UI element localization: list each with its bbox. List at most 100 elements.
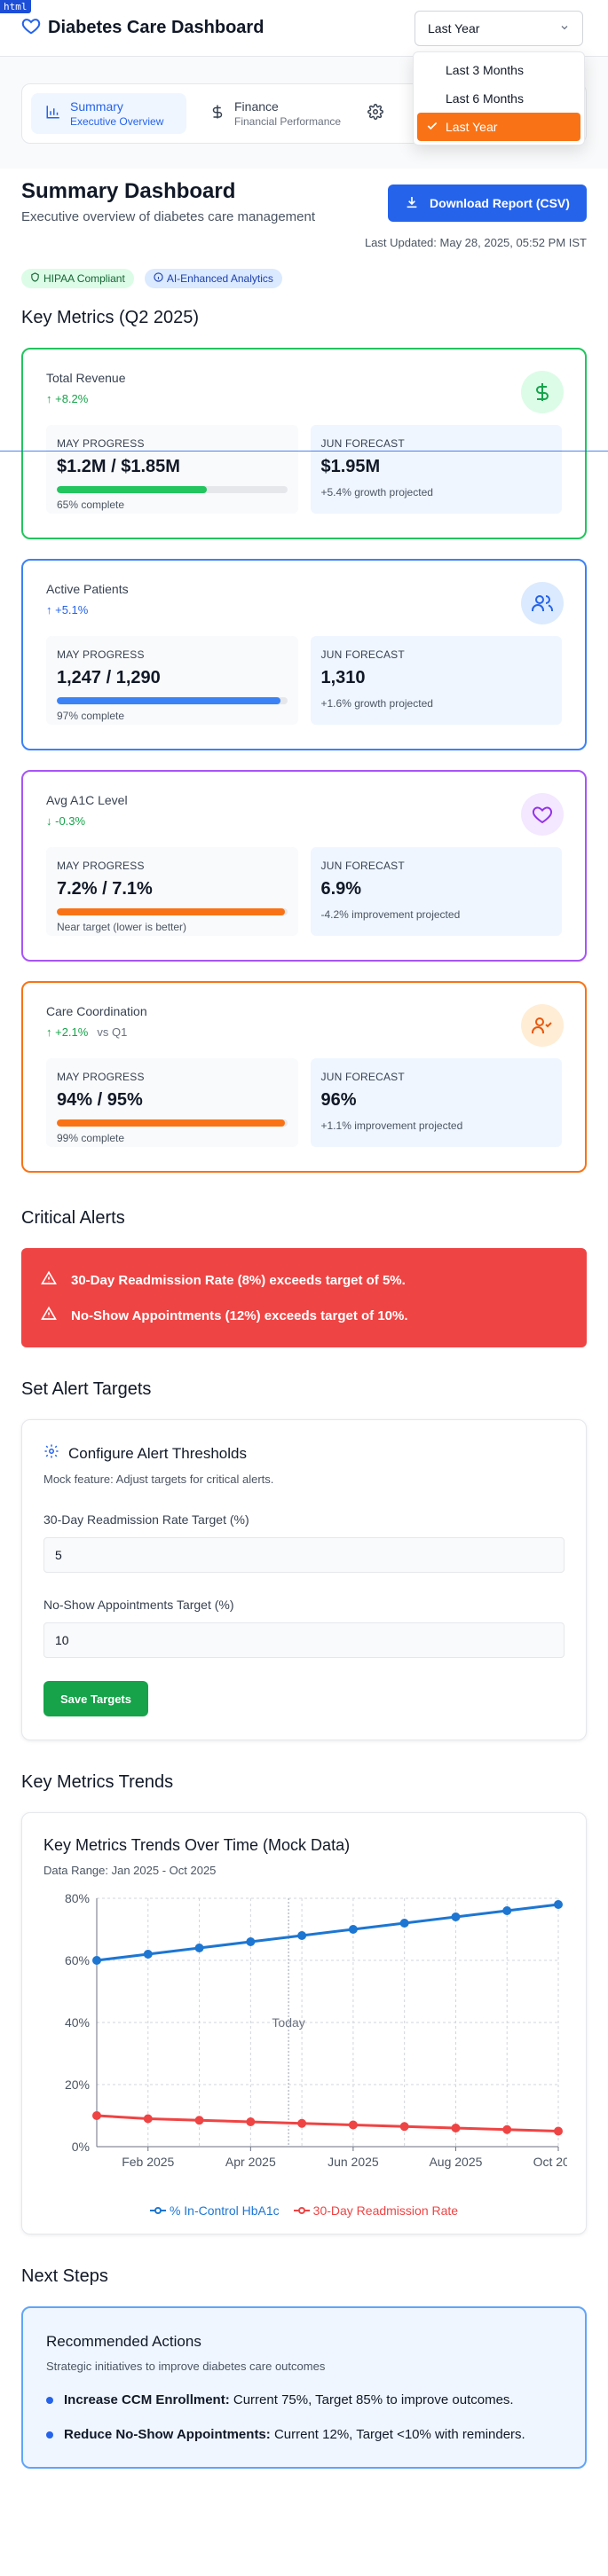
progress-label: MAY PROGRESS (57, 648, 145, 661)
top-bar: html Diabetes Care Dashboard Last Year (0, 0, 608, 57)
progress-bar (57, 486, 288, 493)
noshow-target-input[interactable]: 10 (43, 1622, 565, 1658)
forecast-value: 96% (320, 1090, 357, 1110)
metric-card: Care Coordination ↑ +2.1% vs Q1 MAY PROGR… (21, 981, 587, 1173)
data-point (399, 1919, 409, 1928)
tab-sublabel: Financial Performance (234, 115, 342, 128)
range-option-6m[interactable]: Last 6 Months (417, 84, 580, 113)
next-subtitle: Strategic initiatives to improve diabete… (46, 2360, 326, 2373)
metric-name: Total Revenue (46, 371, 126, 385)
progress-bar-fill (57, 486, 207, 493)
brand: Diabetes Care Dashboard (21, 16, 264, 41)
progress-value: 94% / 95% (57, 1090, 143, 1110)
metric-change: ↑ +2.1% vs Q1 (46, 1025, 128, 1039)
y-tick-label: 80% (65, 1891, 90, 1905)
save-targets-button[interactable]: Save Targets (43, 1681, 148, 1716)
tab-finance[interactable]: Finance Financial Performance (195, 93, 355, 134)
series-line (96, 1903, 559, 1962)
trends-chart: 0% 20% 40% 60% 80% Feb 2025 Apr 2025 Jun 2025 Au… (65, 1891, 567, 2169)
forecast-label: JUN FORECAST (320, 648, 405, 661)
warning-icon (41, 1306, 57, 1325)
gear-icon (367, 103, 383, 124)
range-option-year[interactable]: Last Year (417, 113, 580, 141)
download-label: Download Report (CSV) (430, 196, 570, 210)
chart-title: Key Metrics Trends Over Time (Mock Data) (43, 1836, 351, 1854)
overlay-guide-line (0, 451, 608, 452)
data-point (348, 2120, 358, 2130)
targets-heading: Set Alert Targets (21, 1379, 152, 1399)
forecast-note: +1.1% improvement projected (320, 1119, 463, 1132)
forecast-box: JUN FORECAST $1.95M +5.4% growth project… (310, 425, 562, 514)
today-label: Today (272, 2015, 304, 2030)
metric-change: ↑ +8.2% (46, 392, 89, 405)
metric-boxes: MAY PROGRESS 7.2% / 7.1% Near target (lo… (46, 847, 562, 936)
x-tick-label: Aug 2025 (429, 2155, 482, 2169)
metric-card: Active Patients ↑ +5.1% MAY PROGRESS 1,2… (21, 559, 587, 750)
list-item: Increase CCM Enrollment: Current 75%, Ta… (46, 2392, 562, 2407)
page-title: Summary Dashboard (21, 179, 236, 203)
forecast-note: +1.6% growth projected (320, 697, 433, 710)
app-title: Diabetes Care Dashboard (48, 18, 265, 37)
ai-badge: AI-Enhanced Analytics (144, 269, 282, 288)
progress-bar-fill (57, 908, 285, 915)
hipaa-badge: HIPAA Compliant (21, 269, 134, 288)
alerts-heading: Critical Alerts (21, 1208, 125, 1228)
progress-note: 97% complete (57, 710, 125, 722)
summary-header: Summary Dashboard Executive overview of … (21, 172, 587, 249)
data-point (297, 1931, 307, 1940)
progress-box: MAY PROGRESS 1,247 / 1,290 97% complete (46, 636, 298, 725)
x-tick-label: Apr 2025 (225, 2155, 276, 2169)
data-point (194, 1944, 204, 1952)
metric-boxes: MAY PROGRESS 94% / 95% 99% complete JUN … (46, 1058, 562, 1147)
range-option-3m[interactable]: Last 3 Months (417, 56, 580, 84)
series-line (96, 2114, 559, 2132)
date-range-menu: Last 3 Months Last 6 Months Last Year (413, 51, 585, 145)
progress-note: 65% complete (57, 499, 125, 511)
data-point (451, 2124, 461, 2132)
chart-legend: % In-Control HbA1c 30-Day Readmission Ra… (43, 2203, 565, 2218)
alert-item: 30-Day Readmission Rate (8%) exceeds tar… (41, 1262, 567, 1298)
progress-value: $1.2M / $1.85M (57, 457, 180, 476)
page-subtitle: Executive overview of diabetes care mana… (21, 209, 316, 224)
chart-subtitle: Data Range: Jan 2025 - Oct 2025 (43, 1864, 217, 1877)
chevron-down-icon (559, 21, 570, 35)
critical-alerts: 30-Day Readmission Rate (8%) exceeds tar… (21, 1248, 587, 1347)
tab-sublabel: Executive Overview (70, 115, 164, 128)
targets-title: Configure Alert Thresholds (43, 1443, 565, 1464)
forecast-value: 1,310 (320, 668, 366, 687)
trends-heading: Key Metrics Trends (21, 1772, 174, 1792)
data-point (92, 2111, 101, 2120)
forecast-box: JUN FORECAST 6.9% -4.2% improvement proj… (310, 847, 562, 936)
data-point (246, 1937, 256, 1946)
tab-settings[interactable] (364, 93, 399, 134)
metric-name: Active Patients (46, 582, 129, 596)
date-range-select[interactable]: Last Year (415, 11, 583, 46)
forecast-value: 6.9% (320, 879, 362, 899)
legend-item-hba1c[interactable]: % In-Control HbA1c (149, 2203, 280, 2218)
download-report-button[interactable]: Download Report (CSV) (388, 185, 587, 222)
last-updated: Last Updated: May 28, 2025, 05:52 PM IST (364, 236, 587, 249)
metric-change: ↑ +5.1% (46, 603, 89, 617)
data-point (502, 1906, 512, 1915)
forecast-value: $1.95M (320, 457, 381, 476)
progress-bar (57, 697, 288, 704)
progress-bar-fill (57, 697, 280, 704)
tab-label: Summary (70, 99, 123, 114)
data-point (451, 1912, 461, 1921)
y-tick-label: 20% (65, 2077, 90, 2092)
readmission-target-input[interactable]: 5 (43, 1537, 565, 1573)
list-item: Reduce No-Show Appointments: Current 12%… (46, 2427, 562, 2442)
next-steps-heading: Next Steps (21, 2266, 108, 2286)
forecast-box: JUN FORECAST 1,310 +1.6% growth projecte… (310, 636, 562, 725)
metric-name: Care Coordination (46, 1004, 147, 1018)
date-range-value: Last Year (428, 21, 480, 35)
metric-boxes: MAY PROGRESS $1.2M / $1.85M 65% complete… (46, 425, 562, 514)
alert-item: No-Show Appointments (12%) exceeds targe… (41, 1298, 567, 1333)
progress-bar-fill (57, 1119, 285, 1127)
next-steps-card: Recommended Actions Strategic initiative… (21, 2306, 587, 2469)
html-tag: html (0, 0, 31, 13)
tab-summary[interactable]: Summary Executive Overview (31, 93, 186, 134)
metric-card: Total Revenue ↑ +8.2% MAY PROGRESS $1.2M… (21, 348, 587, 539)
legend-item-readmission[interactable]: 30-Day Readmission Rate (293, 2203, 458, 2218)
dollar-icon (209, 104, 225, 124)
